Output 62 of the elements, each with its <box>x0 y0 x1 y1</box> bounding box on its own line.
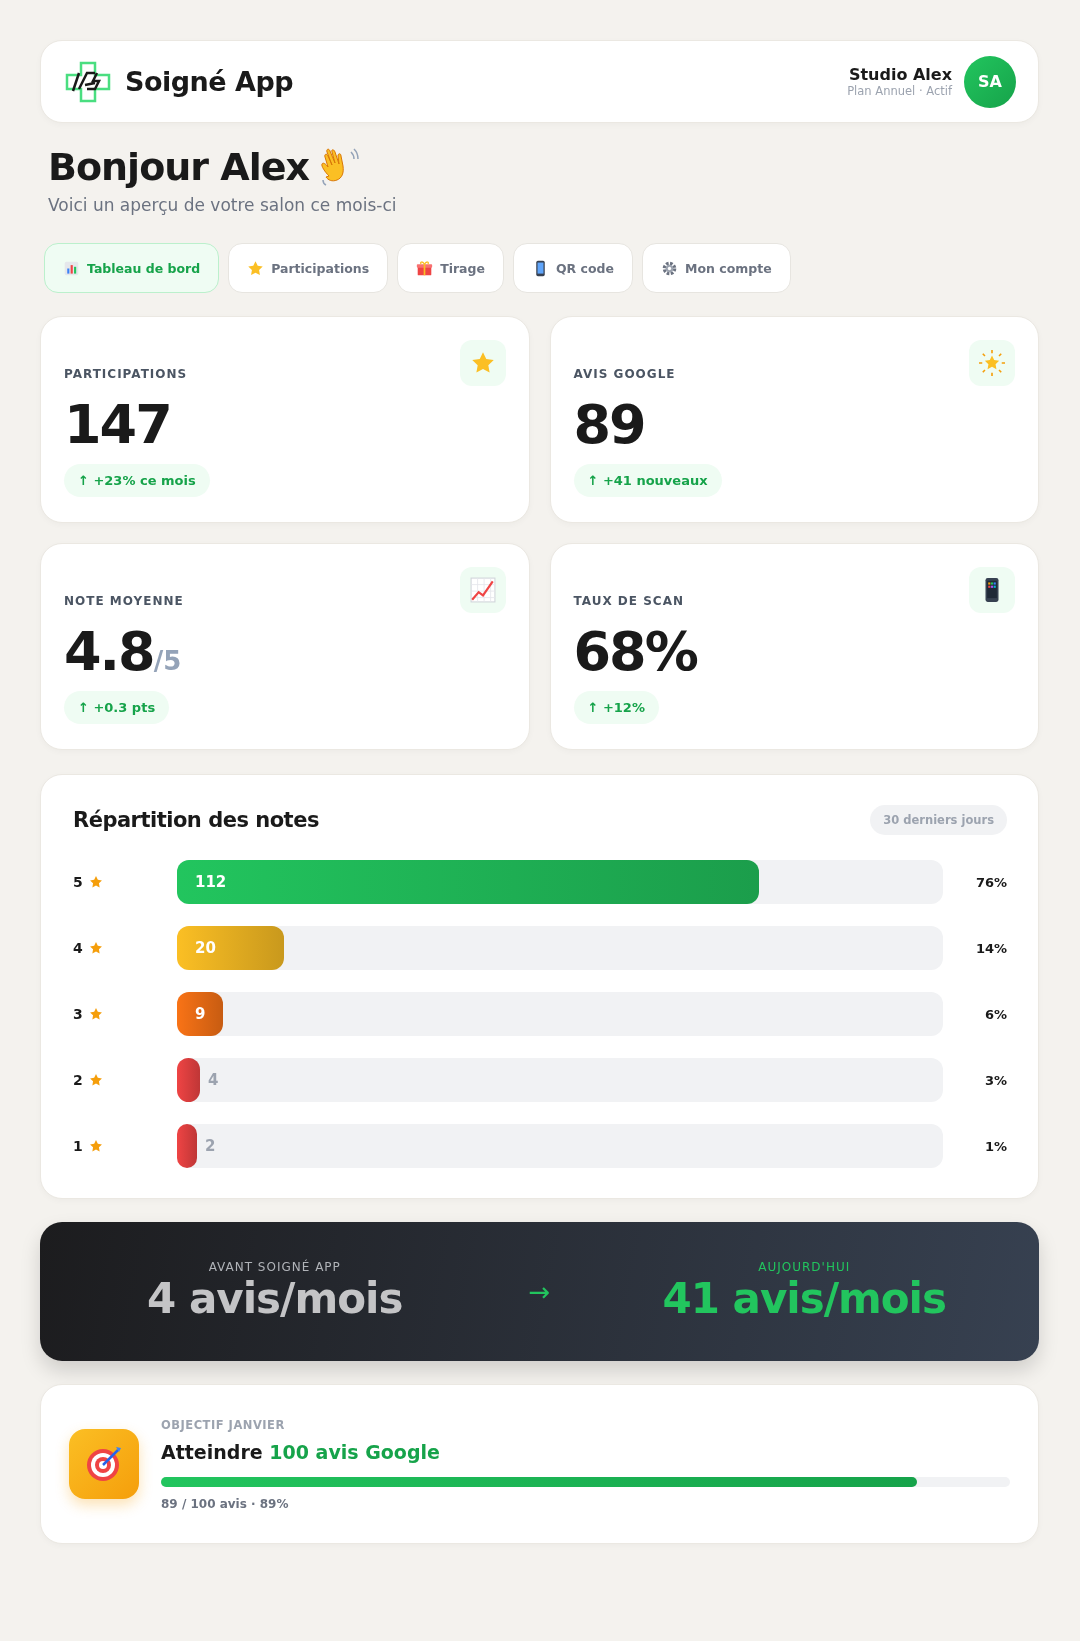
star-icon <box>88 1073 103 1087</box>
account-name: Studio Alex <box>848 65 952 84</box>
bar-percent: 6% <box>983 1006 1007 1022</box>
greeting-title: Bonjour Alex <box>48 145 309 189</box>
bar-percent: 76% <box>974 874 1007 890</box>
goal-title: Atteindre 100 avis Google <box>161 1440 441 1463</box>
goal-count-text: 89 / 100 avis · 89% <box>161 1496 290 1511</box>
rating-label: 5 <box>73 874 83 890</box>
nav-tab[interactable]: Tableau de bord <box>44 243 220 293</box>
bar-count: 20 <box>194 939 216 957</box>
glowing-star-icon <box>979 350 1005 376</box>
star-icon <box>247 259 265 277</box>
star-icon <box>88 941 103 955</box>
stat-value: 147 <box>64 395 172 455</box>
nav-tab[interactable]: Participations <box>228 243 389 293</box>
app-name: Soigné App <box>125 66 295 97</box>
star-icon <box>88 1139 103 1153</box>
goal-label: OBJECTIF JANVIER <box>161 1417 286 1432</box>
card-title: Répartition des notes <box>73 808 319 832</box>
stat-label: AVIS GOOGLE <box>573 367 676 381</box>
stat-label: PARTICIPATIONS <box>64 367 188 381</box>
stat-label: NOTE MOYENNE <box>64 594 184 608</box>
change-chip: ↑ +12% <box>573 691 659 725</box>
change-chip: ↑ +41 nouveaux <box>573 464 722 498</box>
after-label: AUJOURD'HUI <box>758 1260 851 1274</box>
bar-percent: 14% <box>974 940 1007 956</box>
star-icon <box>88 875 103 889</box>
rating-label: 2 <box>73 1072 83 1088</box>
bar-percent: 1% <box>983 1138 1007 1154</box>
nav-tab[interactable]: QR code <box>512 243 633 293</box>
bar-count: 4 <box>206 1071 219 1089</box>
cross-logo-icon <box>65 60 111 103</box>
bar-count: 2 <box>204 1137 216 1155</box>
before-label: AVANT SOIGNÉ APP <box>208 1260 341 1274</box>
stat-label: TAUX DE SCAN <box>573 594 684 608</box>
waving-hand-icon <box>319 146 359 188</box>
rating-label: 3 <box>73 1006 83 1022</box>
nav-tab[interactable]: Mon compte <box>642 243 791 293</box>
gift-icon <box>416 259 434 277</box>
stat-value: 89 <box>573 395 646 455</box>
line-chart-icon <box>469 577 496 603</box>
star-icon <box>88 1007 103 1021</box>
change-chip: ↑ +23% ce mois <box>64 464 210 498</box>
rating-label: 4 <box>73 940 83 956</box>
stat-value: 68% <box>573 622 698 682</box>
avatar[interactable]: SA <box>964 55 1016 108</box>
before-value: 4 avis/mois <box>147 1274 403 1323</box>
account-plan: Plan Annuel · Actif <box>847 84 952 98</box>
rating-label: 1 <box>73 1138 83 1154</box>
bar-percent: 3% <box>983 1072 1007 1088</box>
nav-tab[interactable]: Tirage <box>397 243 504 293</box>
arrow: → <box>527 1276 552 1307</box>
period-chip: 30 derniers jours <box>870 805 1007 835</box>
change-chip: ↑ +0.3 pts <box>64 691 170 725</box>
gear-icon <box>661 259 678 277</box>
greeting-subtitle: Voici un aperçu de votre salon ce mois-ci <box>48 195 398 215</box>
bar-count: 9 <box>194 1005 206 1023</box>
bar-count: 112 <box>194 873 227 891</box>
after-value: 41 avis/mois <box>662 1274 946 1323</box>
target-icon <box>84 1444 124 1484</box>
stat-value: 4.8/5 <box>64 622 183 682</box>
bar-chart-icon <box>63 259 80 277</box>
